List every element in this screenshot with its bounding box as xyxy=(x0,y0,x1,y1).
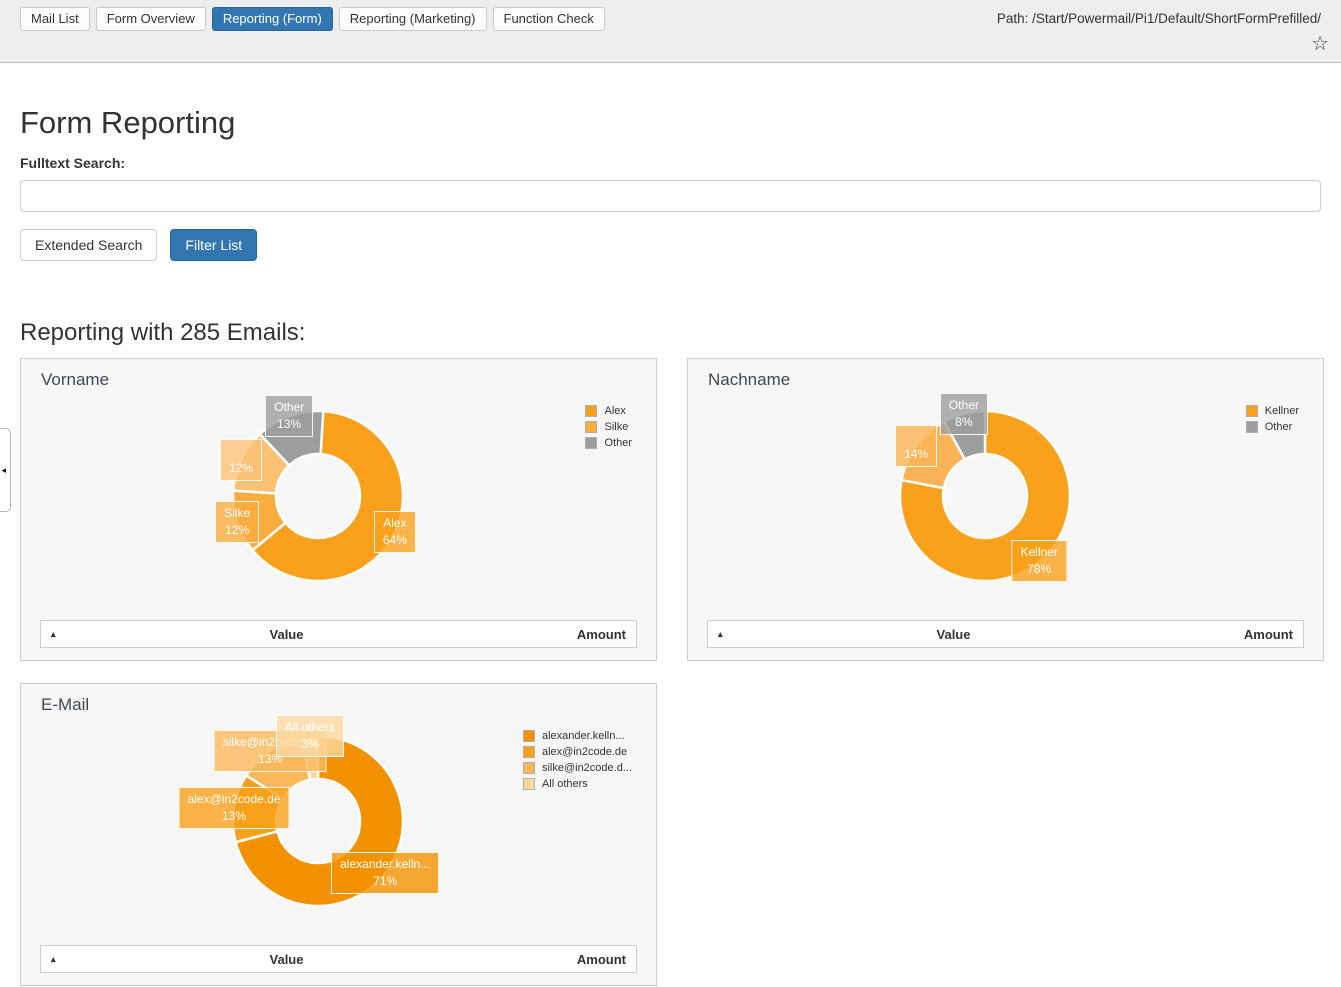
column-header-amount[interactable]: Amount xyxy=(506,952,636,967)
sort-caret-icon[interactable]: ▴ xyxy=(41,955,67,964)
column-header-amount[interactable]: Amount xyxy=(1173,627,1303,642)
legend-label: Other xyxy=(1265,421,1293,433)
slice-label: Other13% xyxy=(265,395,313,437)
legend-item[interactable]: silke@in2code.d... xyxy=(523,762,632,774)
sort-caret-icon[interactable]: ▴ xyxy=(708,630,734,639)
chart-legend: Kellner Other xyxy=(1246,405,1299,437)
chart-legend: Alex Silke Other xyxy=(585,405,632,453)
report-table-header: ▴ Value Amount xyxy=(707,620,1304,648)
legend-item[interactable]: alexander.kelln... xyxy=(523,730,632,742)
donut-chart-nachname[interactable]: Kellner78% 14%Other8% xyxy=(688,359,1325,662)
legend-swatch-icon xyxy=(523,762,535,774)
top-bar: Mail List Form Overview Reporting (Form)… xyxy=(0,0,1341,63)
tab-function-check[interactable]: Function Check xyxy=(493,7,605,31)
legend-item[interactable]: Silke xyxy=(585,421,632,433)
slice-label: All others3% xyxy=(276,715,344,757)
slice-label: 14% xyxy=(895,425,937,467)
legend-item[interactable]: Other xyxy=(1246,421,1299,433)
fulltext-search-label: Fulltext Search: xyxy=(20,155,1321,171)
chevron-left-icon: ◂ xyxy=(1,465,6,476)
panel-title: Vorname xyxy=(41,370,109,390)
column-header-value[interactable]: Value xyxy=(67,627,506,642)
legend-label: alex@in2code.de xyxy=(542,746,627,758)
legend-swatch-icon xyxy=(523,730,535,742)
panel-title: E-Mail xyxy=(41,695,89,715)
legend-item[interactable]: Alex xyxy=(585,405,632,417)
collapse-nav-handle[interactable]: ◂ xyxy=(0,428,11,512)
legend-swatch-icon xyxy=(523,778,535,790)
report-table-header: ▴ Value Amount xyxy=(40,945,637,973)
column-header-amount[interactable]: Amount xyxy=(506,627,636,642)
slice-label: alex@in2code.de13% xyxy=(179,787,290,829)
main-content: Form Reporting Fulltext Search: Extended… xyxy=(0,105,1341,986)
legend-label: Kellner xyxy=(1265,405,1299,417)
search-buttons: Extended Search Filter List xyxy=(20,229,1321,261)
sort-caret-icon[interactable]: ▴ xyxy=(41,630,67,639)
legend-swatch-icon xyxy=(523,746,535,758)
legend-label: silke@in2code.d... xyxy=(542,762,632,774)
chart-legend: alexander.kelln... alex@in2code.de silke@i… xyxy=(523,730,632,794)
chart-panel-email: alexander.kelln...71% alex@in2code.de13% s… xyxy=(20,683,657,986)
legend-item[interactable]: Other xyxy=(585,437,632,449)
tab-reporting-marketing[interactable]: Reporting (Marketing) xyxy=(339,7,487,31)
legend-label: Silke xyxy=(604,421,628,433)
slice-label: 12% xyxy=(220,439,262,481)
filter-list-button[interactable]: Filter List xyxy=(170,229,257,261)
chart-row-1: Alex64% Silke12% 12%Other13% Vorname Alex… xyxy=(20,358,1321,661)
legend-swatch-icon xyxy=(1246,405,1258,417)
donut-chart-vorname[interactable]: Alex64% Silke12% 12%Other13% xyxy=(21,359,658,662)
legend-item[interactable]: Kellner xyxy=(1246,405,1299,417)
legend-swatch-icon xyxy=(1246,421,1258,433)
extended-search-button[interactable]: Extended Search xyxy=(20,229,157,261)
fulltext-search-input[interactable] xyxy=(20,180,1321,212)
panel-title: Nachname xyxy=(708,370,790,390)
column-header-value[interactable]: Value xyxy=(67,952,506,967)
slice-label: Other8% xyxy=(940,393,988,435)
slice-label: Alex64% xyxy=(374,511,416,553)
donut-svg xyxy=(21,359,658,662)
legend-item[interactable]: alex@in2code.de xyxy=(523,746,632,758)
slice-label: Kellner78% xyxy=(1011,540,1066,582)
tab-reporting-form[interactable]: Reporting (Form) xyxy=(212,7,333,31)
legend-label: All others xyxy=(542,778,588,790)
tab-form-overview[interactable]: Form Overview xyxy=(96,7,206,31)
tab-mail-list[interactable]: Mail List xyxy=(20,7,90,31)
slice-label: alexander.kelln...71% xyxy=(331,852,439,894)
legend-swatch-icon xyxy=(585,421,597,433)
legend-label: alexander.kelln... xyxy=(542,730,625,742)
legend-swatch-icon xyxy=(585,437,597,449)
legend-swatch-icon xyxy=(585,405,597,417)
legend-item[interactable]: All others xyxy=(523,778,632,790)
chart-panel-vorname: Alex64% Silke12% 12%Other13% Vorname Alex… xyxy=(20,358,657,661)
page-path: Path: /Start/Powermail/Pi1/Default/Short… xyxy=(997,11,1321,26)
module-tabs: Mail List Form Overview Reporting (Form)… xyxy=(20,7,605,31)
legend-label: Other xyxy=(604,437,632,449)
reporting-heading: Reporting with 285 Emails: xyxy=(20,319,1321,347)
donut-svg xyxy=(688,359,1325,662)
slice-label: Silke12% xyxy=(215,501,259,543)
chart-panel-nachname: Kellner78% 14%Other8% Nachname Kellner Ot… xyxy=(687,358,1324,661)
bookmark-star-icon[interactable]: ☆ xyxy=(1311,33,1329,55)
column-header-value[interactable]: Value xyxy=(734,627,1173,642)
legend-label: Alex xyxy=(604,405,625,417)
chart-row-2: alexander.kelln...71% alex@in2code.de13% s… xyxy=(20,683,1321,986)
page-title: Form Reporting xyxy=(20,105,1321,141)
report-table-header: ▴ Value Amount xyxy=(40,620,637,648)
